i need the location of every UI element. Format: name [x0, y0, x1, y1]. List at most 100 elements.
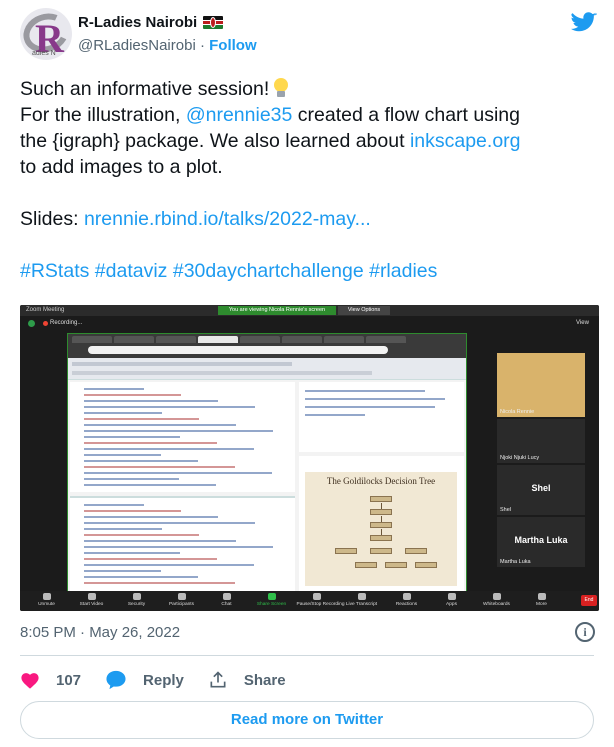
avatar[interactable]: R adies N: [20, 8, 72, 60]
toolbar-label: Live Transcript: [345, 602, 378, 607]
code-line: [84, 424, 236, 426]
code-line: [84, 546, 273, 548]
toolbar-icon: [132, 593, 141, 600]
inkscape-link[interactable]: inkscape.org: [410, 130, 521, 152]
zoom-title-bar: Zoom Meeting You are viewing Nicola Renn…: [20, 305, 599, 316]
info-icon[interactable]: i: [575, 622, 595, 642]
code-line: [84, 472, 272, 474]
divider: [20, 655, 594, 656]
code-line: [84, 516, 218, 518]
toolbar-label: Reactions: [395, 602, 418, 607]
code-line: [84, 400, 218, 402]
toolbar-label: More: [536, 602, 547, 607]
toolbar-icon: [492, 593, 501, 600]
author-handle[interactable]: @RLadiesNairobi: [78, 37, 196, 54]
code-line: [84, 406, 255, 408]
toolbar-label: Share Screen: [256, 602, 287, 607]
hashtag-link[interactable]: #rladies: [369, 260, 437, 282]
toolbar-item: Apps: [432, 593, 472, 607]
reply-bubble-icon: [106, 670, 126, 690]
toolbar-icon: [267, 593, 276, 600]
toolbar-label: Chat: [221, 602, 232, 607]
participant-name: Shel: [500, 507, 512, 513]
code-line: [84, 454, 161, 456]
toolbar-item: Participants: [162, 593, 202, 607]
code-line: [84, 460, 198, 462]
browser-chrome: [68, 334, 466, 358]
avatar-caption: adies N: [32, 50, 56, 57]
tweet-header: R adies N R-Ladies Nairobi @RLadiesNairo…: [0, 0, 614, 70]
toolbar-item: Reactions: [387, 593, 427, 607]
viewing-banner: You are viewing Nicola Rennie's screen: [218, 306, 336, 315]
code-editor: [70, 382, 295, 492]
toolbar-icon: [402, 593, 411, 600]
view-label: View: [576, 320, 589, 326]
tweet-text: For the illustration,: [20, 104, 186, 126]
tweet-timestamp[interactable]: 8:05 PM · May 26, 2022: [20, 624, 180, 641]
toolbar-icon: [447, 593, 456, 600]
address-bar: [88, 346, 388, 354]
hashtag-link[interactable]: #RStats: [20, 260, 89, 282]
share-action[interactable]: Share: [208, 670, 286, 690]
mention-link[interactable]: @nrennie35: [186, 104, 293, 126]
shared-screen: The Goldilocks Decision Tree: [67, 333, 467, 593]
author-handle-line: @RLadiesNairobi · Follow: [78, 37, 257, 54]
zoom-toolbar: Unmute Start Video Security Participants Cha…: [20, 591, 599, 611]
participant-name: Nicola Rennie: [500, 409, 535, 415]
toolbar-icon: [312, 593, 321, 600]
tweet-media-image[interactable]: Zoom Meeting You are viewing Nicola Renn…: [20, 305, 599, 611]
toolbar-item: Pause/Stop Recording: [297, 593, 345, 607]
hashtag-link[interactable]: #30daychartchallenge: [173, 260, 364, 282]
toolbar-item: Security: [117, 593, 157, 607]
code-line: [84, 484, 216, 486]
environment-pane: [299, 382, 464, 452]
participant-big-name: Shel: [531, 483, 551, 493]
participant-name: Martha Luka: [500, 559, 531, 565]
code-line: [84, 582, 235, 584]
shield-icon: [28, 320, 35, 327]
participant-tile: Martha Luka Martha Luka: [497, 517, 585, 567]
tweet-text: created a flow chart using: [292, 104, 520, 126]
zoom-title: Zoom Meeting: [26, 307, 65, 313]
hashtag-link[interactable]: #dataviz: [95, 260, 168, 282]
follow-button[interactable]: Follow: [209, 37, 257, 54]
author-name-line: R-Ladies Nairobi: [78, 14, 224, 31]
participant-tile: Njoki Njuki Lucy: [497, 419, 585, 463]
slides-link[interactable]: nrennie.rbind.io/talks/2022-may...: [84, 208, 371, 230]
reply-action[interactable]: Reply: [105, 670, 184, 690]
toolbar-item: Chat: [207, 593, 247, 607]
code-line: [84, 540, 236, 542]
reply-label: Reply: [143, 671, 184, 689]
toolbar-label: Start Video: [79, 602, 104, 607]
twitter-bird-icon[interactable]: [571, 12, 597, 34]
plot-title: The Goldilocks Decision Tree: [326, 476, 436, 486]
tweet-line: For the illustration, @nrennie35 created…: [20, 102, 600, 128]
decision-tree-plot: The Goldilocks Decision Tree: [305, 472, 457, 586]
participant-big-name: Martha Luka: [514, 535, 568, 545]
tweet-body: Such an informative session! For the ill…: [20, 76, 600, 284]
toolbar-label: Whiteboards: [483, 602, 510, 607]
share-label: Share: [243, 671, 286, 689]
tweet-text: Slides:: [20, 208, 84, 230]
code-line: [84, 412, 162, 414]
code-line: [84, 552, 180, 554]
participant-tile: Nicola Rennie: [497, 353, 585, 417]
code-line: [84, 504, 144, 506]
heart-icon: [21, 673, 39, 689]
separator-dot: ·: [199, 37, 205, 54]
read-more-button[interactable]: Read more on Twitter: [20, 701, 594, 739]
like-count: 107: [56, 671, 82, 689]
code-line: [84, 564, 254, 566]
toolbar-icon: [177, 593, 186, 600]
console-pane: [70, 496, 295, 592]
tweet-actions: 107 Reply Share: [20, 668, 310, 692]
tweet-line: to add images to a plot.: [20, 156, 223, 178]
code-line: [84, 510, 181, 512]
code-line: [84, 418, 199, 420]
toolbar-item: More: [522, 593, 562, 607]
like-action[interactable]: 107: [20, 671, 81, 689]
author-name[interactable]: R-Ladies Nairobi: [78, 14, 197, 31]
participant-tile: Shel Shel: [497, 465, 585, 515]
code-line: [84, 430, 273, 432]
code-line: [84, 388, 144, 390]
